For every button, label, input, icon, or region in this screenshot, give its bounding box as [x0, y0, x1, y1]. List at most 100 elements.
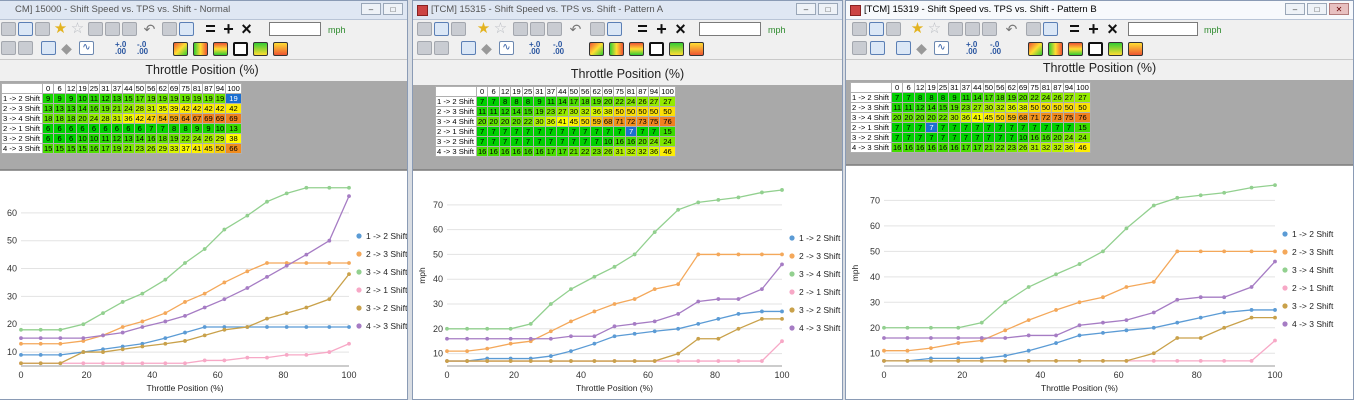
close-button[interactable]: ✕: [1329, 3, 1349, 15]
table-cell[interactable]: 21: [110, 103, 124, 114]
table-cell[interactable]: 17: [133, 93, 147, 104]
maximize-button[interactable]: □: [383, 3, 403, 15]
plus-icon[interactable]: +: [654, 20, 669, 38]
table-cell[interactable]: 23: [133, 143, 147, 154]
open-icon[interactable]: [417, 22, 432, 36]
table-cell[interactable]: 19: [225, 93, 242, 104]
table-cell[interactable]: 42: [213, 103, 227, 114]
table-cell[interactable]: 14: [971, 92, 984, 103]
print-icon[interactable]: [35, 22, 50, 36]
table-cell[interactable]: 7: [567, 126, 581, 137]
table-cell[interactable]: 7: [890, 122, 904, 133]
table-cell[interactable]: 50: [647, 106, 661, 117]
table-cell[interactable]: 73: [636, 116, 649, 127]
table-cell[interactable]: 19: [190, 93, 204, 104]
table-cell[interactable]: 16: [948, 142, 961, 153]
decimal-increase-icon[interactable]: +.0.00: [529, 41, 549, 56]
title-bar[interactable]: CM] 15000 - Shift Speed vs. TPS vs. Shif…: [0, 1, 407, 20]
chart-view-icon[interactable]: ∿: [499, 41, 514, 55]
table-cell[interactable]: 9: [202, 123, 215, 134]
table-cell[interactable]: 24: [190, 133, 204, 144]
table-cell[interactable]: 8: [521, 96, 535, 107]
table-cell[interactable]: 69: [213, 113, 227, 124]
table-cell[interactable]: 50: [993, 112, 1007, 123]
table-cell[interactable]: 19: [213, 93, 227, 104]
table-cell[interactable]: 7: [521, 136, 535, 147]
table-cell[interactable]: 15: [53, 143, 66, 154]
table-cell[interactable]: 21: [982, 142, 996, 153]
table-cell[interactable]: 32: [993, 102, 1007, 113]
maximize-button[interactable]: □: [818, 3, 838, 15]
table-cell[interactable]: 50: [613, 106, 626, 117]
favorite-icon[interactable]: ☆: [927, 21, 942, 36]
table-cell[interactable]: 18: [578, 96, 592, 107]
table-cell[interactable]: 54: [156, 113, 169, 124]
table-cell[interactable]: 27: [659, 96, 676, 107]
table-cell[interactable]: 10: [601, 136, 615, 147]
table-cell[interactable]: 17: [982, 92, 996, 103]
table-cell[interactable]: 20: [1016, 92, 1030, 103]
table-cell[interactable]: 7: [1005, 132, 1018, 143]
table-cell[interactable]: 7: [902, 122, 915, 133]
table-cell[interactable]: 7: [971, 122, 984, 133]
value-input[interactable]: [699, 22, 761, 36]
print-icon[interactable]: [886, 22, 901, 36]
table-cell[interactable]: 6: [64, 133, 78, 144]
table-cell[interactable]: 13: [64, 103, 78, 114]
table-cell[interactable]: 7: [498, 136, 512, 147]
table-cell[interactable]: 18: [41, 113, 55, 124]
shift-table[interactable]: 0 6 12 19 25 31 37 44 50 56 62 69 75 81 87 94 100 1 -> 2 …: [1, 83, 242, 154]
table-cell[interactable]: 7: [544, 136, 558, 147]
table-cell[interactable]: 38: [1016, 102, 1030, 113]
table-cell[interactable]: 26: [202, 133, 215, 144]
table-cell[interactable]: 36: [1062, 142, 1076, 153]
shift-table[interactable]: 0 6 12 19 25 31 37 44 50 56 62 69 75 81 87 94 100 1 -> 2 …: [435, 86, 676, 157]
table-cell[interactable]: 17: [544, 146, 558, 157]
table-cell[interactable]: 10: [1016, 132, 1030, 143]
table-cell[interactable]: 14: [556, 96, 569, 107]
color-vertical-icon[interactable]: [1068, 42, 1083, 56]
table-cell[interactable]: 59: [590, 116, 603, 127]
table-cell[interactable]: 19: [167, 93, 181, 104]
table-cell[interactable]: 72: [1039, 112, 1053, 123]
table-cell[interactable]: 26: [1051, 92, 1064, 103]
table-cell[interactable]: 13: [122, 133, 135, 144]
table-cell[interactable]: 7: [1028, 122, 1041, 133]
table-cell[interactable]: 12: [498, 106, 512, 117]
grid-icon[interactable]: [105, 22, 120, 36]
table-cell[interactable]: 6: [76, 123, 89, 134]
table-cell[interactable]: 11: [475, 106, 489, 117]
table-cell[interactable]: 7: [624, 126, 638, 137]
table-cell[interactable]: 7: [578, 126, 592, 137]
table-cell[interactable]: 20: [601, 96, 615, 107]
table-cell[interactable]: 7: [567, 136, 581, 147]
table-cell[interactable]: 22: [993, 142, 1007, 153]
split-vertical-icon[interactable]: [18, 41, 33, 55]
table-icon[interactable]: [869, 22, 884, 36]
table-cell[interactable]: 18: [993, 92, 1007, 103]
table-cell[interactable]: 24: [122, 103, 135, 114]
paste-table-icon[interactable]: [122, 22, 137, 36]
table-cell[interactable]: 75: [1062, 112, 1076, 123]
table-cell[interactable]: 9: [53, 93, 66, 104]
table-cell[interactable]: 36: [122, 113, 135, 124]
table-cell[interactable]: 50: [1039, 102, 1053, 113]
table-cell[interactable]: 8: [498, 96, 512, 107]
equals-icon[interactable]: =: [1067, 20, 1082, 38]
table-cell[interactable]: 26: [601, 146, 615, 157]
table-cell[interactable]: 7: [959, 132, 973, 143]
color-high-icon[interactable]: [1128, 42, 1143, 56]
color-low-icon[interactable]: [1108, 42, 1123, 56]
paste-icon[interactable]: [607, 22, 622, 36]
table-cell[interactable]: 50: [659, 106, 676, 117]
table-cell[interactable]: 23: [1005, 142, 1018, 153]
table-cell[interactable]: 50: [624, 106, 638, 117]
equals-icon[interactable]: =: [203, 20, 218, 38]
table-cell[interactable]: 24: [1062, 132, 1076, 143]
table-cell[interactable]: 6: [99, 123, 112, 134]
table-cell[interactable]: 30: [567, 106, 581, 117]
table-cell[interactable]: 16: [613, 136, 626, 147]
table-cell[interactable]: 6: [133, 123, 147, 134]
table-cell[interactable]: 24: [624, 96, 638, 107]
table-cell[interactable]: 14: [510, 106, 523, 117]
